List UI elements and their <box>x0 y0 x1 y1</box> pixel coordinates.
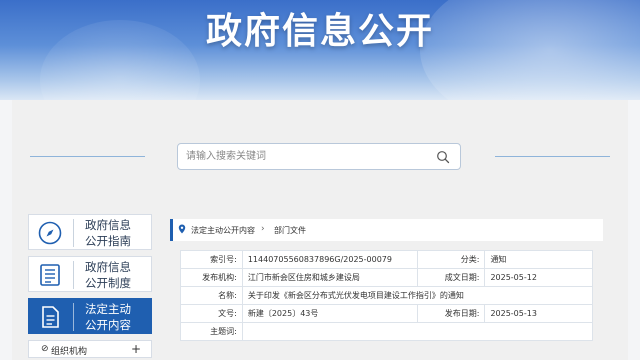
field-value: 新建〔2025〕43号 <box>241 304 418 323</box>
separator <box>73 219 74 247</box>
field-label: 名称: <box>180 286 243 305</box>
compass-icon <box>38 221 62 245</box>
sidebar-item-label: 政府信息 公开制度 <box>85 260 131 290</box>
list-document-icon <box>40 264 60 286</box>
breadcrumb-link[interactable]: 法定主动公开内容 <box>191 225 255 236</box>
field-value: 2025-05-12 <box>484 268 593 287</box>
expand-plus-icon[interactable]: + <box>131 342 141 356</box>
field-value: 2025-05-13 <box>484 304 593 323</box>
document-icon <box>42 306 59 328</box>
location-pin-icon <box>178 224 186 234</box>
field-value: 关于印发《新会区分布式光伏发电项目建设工作指引》的通知 <box>241 286 594 305</box>
field-value: 通知 <box>484 250 593 269</box>
sidebar-item-label: 政府信息 公开指南 <box>85 218 131 248</box>
table-row: 索引号: 11440705560837896G/2025-00079 分类: 通… <box>180 250 593 269</box>
table-row: 发布机构: 江门市新会区住房和城乡建设局 成文日期: 2025-05-12 <box>180 268 593 287</box>
search-input[interactable] <box>186 144 426 169</box>
sidebar-subitem-label: 组织机构 <box>51 347 88 357</box>
breadcrumb: 法定主动公开内容 › 部门文件 <box>170 219 603 241</box>
field-label: 发布日期: <box>416 304 486 323</box>
field-label: 成文日期: <box>416 268 486 287</box>
field-value: 11440705560837896G/2025-00079 <box>241 250 418 269</box>
sidebar-item-label: 法定主动 公开内容 <box>85 302 131 332</box>
org-icon: ⊘ <box>41 344 49 354</box>
divider-line <box>30 156 145 157</box>
field-value: 江门市新会区住房和城乡建设局 <box>241 268 418 287</box>
search-box <box>177 143 461 170</box>
page-title: 政府信息公开 <box>205 11 434 52</box>
field-label: 索引号: <box>180 250 243 269</box>
table-row: 名称: 关于印发《新会区分布式光伏发电项目建设工作指引》的通知 <box>180 286 594 305</box>
header-banner: 政府信息公开 <box>0 0 640 100</box>
separator <box>73 303 74 331</box>
field-value <box>241 322 594 341</box>
chevron-right-icon: › <box>261 224 265 234</box>
field-label: 主题词: <box>180 322 243 341</box>
table-row: 文号: 新建〔2025〕43号 发布日期: 2025-05-13 <box>180 304 593 323</box>
sidebar-subitem-org[interactable]: ⊘ 组织机构 + <box>28 340 152 358</box>
sidebar-item-system[interactable]: 政府信息 公开制度 <box>28 256 152 292</box>
field-label: 发布机构: <box>180 268 243 287</box>
field-label: 文号: <box>180 304 243 323</box>
sidebar-item-guide[interactable]: 政府信息 公开指南 <box>28 214 152 250</box>
sidebar: 政府信息 公开指南 政府信息 公开制度 法定主动 公开内容 ⊘ 组织机构 + <box>28 214 152 358</box>
search-icon[interactable] <box>436 150 450 164</box>
field-label: 分类: <box>416 250 486 269</box>
breadcrumb-current: 部门文件 <box>274 226 306 235</box>
sidebar-item-content[interactable]: 法定主动 公开内容 <box>28 298 152 334</box>
document-info-table: 索引号: 11440705560837896G/2025-00079 分类: 通… <box>180 250 594 341</box>
separator <box>73 261 74 289</box>
table-row: 主题词: <box>180 322 594 341</box>
divider-line <box>495 156 610 157</box>
